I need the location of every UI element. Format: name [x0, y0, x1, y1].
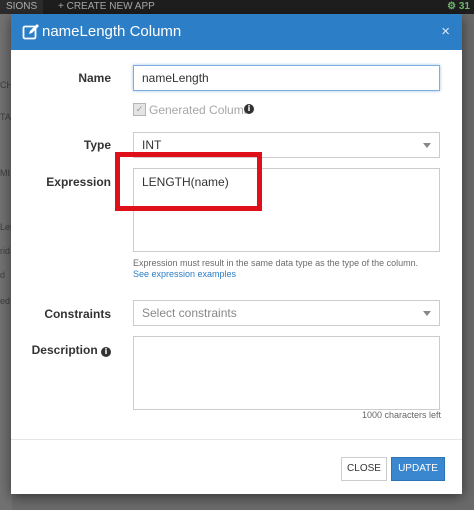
close-button[interactable]: CLOSE: [341, 457, 387, 481]
info-icon[interactable]: i: [101, 347, 111, 357]
name-label: Name: [78, 71, 111, 85]
close-icon[interactable]: ×: [441, 23, 450, 41]
info-icon[interactable]: i: [244, 104, 254, 114]
background-create-app: + CREATE NEW APP: [58, 1, 155, 12]
chevron-down-icon: [423, 311, 431, 316]
expression-textarea[interactable]: LENGTH(name): [133, 168, 440, 252]
type-label: Type: [83, 138, 111, 152]
update-button[interactable]: UPDATE: [391, 457, 445, 481]
expression-value: LENGTH(name): [142, 175, 229, 189]
characters-left-counter: 1000 characters left: [361, 410, 441, 420]
background-top-bar: SIONS + CREATE NEW APP ⚙ 31: [0, 0, 474, 14]
edit-icon: [22, 24, 39, 40]
dialog-header: nameLength Column ×: [11, 14, 462, 50]
type-select[interactable]: INT: [133, 132, 440, 158]
expression-examples-link[interactable]: See expression examples: [133, 269, 236, 279]
description-label: Description i: [11, 343, 111, 357]
dialog-title: nameLength Column: [42, 23, 182, 40]
expression-help-text: Expression must result in the same data …: [133, 258, 419, 268]
name-input[interactable]: [133, 65, 440, 91]
constraints-placeholder: Select constraints: [142, 306, 237, 320]
footer-divider: [11, 439, 462, 440]
type-value: INT: [142, 138, 162, 152]
constraints-select[interactable]: Select constraints: [133, 300, 440, 326]
chevron-down-icon: [423, 143, 431, 148]
generated-column-label: Generated Column: [149, 103, 251, 117]
constraints-label: Constraints: [44, 307, 111, 321]
description-textarea[interactable]: [133, 336, 440, 410]
column-edit-dialog: nameLength Column × Name ✓ Generated Col…: [11, 14, 462, 494]
expression-label: Expression: [46, 175, 111, 189]
background-tab: SIONS: [0, 0, 44, 14]
generated-checkbox[interactable]: ✓: [133, 103, 146, 116]
background-count: ⚙ 31: [447, 1, 470, 12]
background-right-edge: [462, 14, 474, 510]
